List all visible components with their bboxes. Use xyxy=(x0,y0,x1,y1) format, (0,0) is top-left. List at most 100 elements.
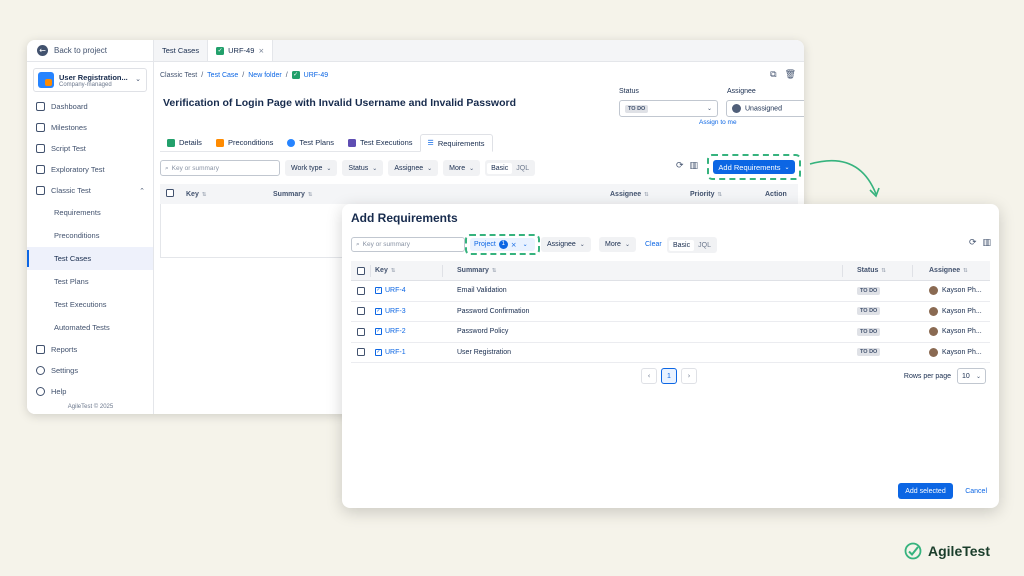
assign-to-me-link[interactable]: Assign to me xyxy=(699,119,737,126)
cancel-button[interactable]: Cancel xyxy=(965,488,987,495)
assignee-select[interactable]: Unassigned ⌄ xyxy=(726,100,804,117)
close-icon[interactable]: × xyxy=(258,47,264,55)
refresh-icon[interactable]: ⟳ xyxy=(676,161,684,171)
more-filter[interactable]: More ⌄ xyxy=(599,237,636,252)
column-summary[interactable]: Summary ⇅ xyxy=(457,261,497,280)
sidebar-item-preconditions[interactable]: Preconditions xyxy=(27,224,153,247)
chevron-right-icon[interactable]: › xyxy=(681,368,697,384)
columns-icon[interactable]: ▥ xyxy=(690,161,699,171)
search-input[interactable]: ⌕ Key or summary xyxy=(351,237,465,252)
sidebar-item-test-executions[interactable]: Test Executions xyxy=(27,293,153,316)
tab-test-cases[interactable]: Test Cases xyxy=(154,40,209,61)
test-plan-icon xyxy=(287,138,296,147)
breadcrumb-item[interactable]: Test Case xyxy=(207,72,238,79)
assignee-cell: Kayson Ph... xyxy=(929,343,982,363)
sort-icon: ⇅ xyxy=(307,191,313,198)
requirement-icon: ✓ xyxy=(375,348,382,356)
avatar xyxy=(929,306,938,316)
sidebar-item-label: Script Test xyxy=(51,144,86,153)
column-label: Summary xyxy=(457,267,489,274)
close-icon[interactable]: × xyxy=(511,241,517,249)
row-checkbox[interactable] xyxy=(357,281,365,301)
assignee-cell: Kayson Ph... xyxy=(929,322,982,342)
assignee-name: Kayson Ph... xyxy=(942,348,982,356)
breadcrumb-item[interactable]: URF-49 xyxy=(304,72,329,79)
column-status[interactable]: Status ⇅ xyxy=(857,261,886,280)
column-label: Priority xyxy=(690,190,715,198)
column-summary[interactable]: Summary ⇅ xyxy=(273,191,313,198)
row-checkbox[interactable] xyxy=(357,302,365,322)
copy-icon[interactable]: ⧉ xyxy=(770,70,776,80)
assignee-filter[interactable]: Assignee ⌄ xyxy=(541,237,591,252)
table-row[interactable]: ✓ URF-3 Password Confirmation TO DO Kayso… xyxy=(351,302,990,322)
sidebar-item-script-test[interactable]: Script Test xyxy=(27,138,153,159)
sidebar-item-dashboard[interactable]: Dashboard xyxy=(27,96,153,117)
tab-urf-49[interactable]: ✓ URF-49 × xyxy=(208,40,274,61)
assignee-filter[interactable]: Assignee ⌄ xyxy=(388,160,439,176)
column-assignee[interactable]: Assignee ⇅ xyxy=(929,261,968,280)
requirement-key-link[interactable]: ✓ URF-2 xyxy=(375,322,406,342)
script-icon xyxy=(36,144,45,153)
select-all-checkbox[interactable] xyxy=(357,261,365,280)
add-requirements-button[interactable]: Add Requirements ⌄ xyxy=(713,160,795,174)
table-row[interactable]: ✓ URF-4 Email Validation TO DO Kayson Ph.… xyxy=(351,281,990,302)
sidebar-item-classic-test[interactable]: Classic Test ⌃ xyxy=(27,180,153,201)
sidebar-item-exploratory-test[interactable]: Exploratory Test xyxy=(27,159,153,180)
column-key[interactable]: Key ⇅ xyxy=(186,191,206,198)
rows-per-page-select[interactable]: 10 ⌄ xyxy=(957,368,986,384)
back-to-project-link[interactable]: ← Back to project xyxy=(27,40,153,62)
add-selected-button[interactable]: Add selected xyxy=(898,483,953,499)
tab-label: Test Plans xyxy=(299,138,334,147)
column-assignee[interactable]: Assignee ⇅ xyxy=(610,191,649,198)
table-row[interactable]: ✓ URF-2 Password Policy TO DO Kayson Ph..… xyxy=(351,322,990,343)
pointer-arrow xyxy=(809,159,880,198)
sidebar-item-requirements[interactable]: Requirements xyxy=(27,201,153,224)
column-key[interactable]: Key ⇅ xyxy=(375,261,395,280)
breadcrumb-item[interactable]: Classic Test xyxy=(160,72,197,79)
jql-mode-button[interactable]: JQL xyxy=(694,240,715,251)
basic-mode-button[interactable]: Basic xyxy=(669,239,695,251)
jql-mode-button[interactable]: JQL xyxy=(512,163,533,174)
tab-requirements[interactable]: ☰ Requirements xyxy=(419,134,493,152)
column-priority[interactable]: Priority ⇅ xyxy=(690,191,722,198)
refresh-icon[interactable]: ⟳ xyxy=(969,238,977,248)
status-filter[interactable]: Status ⌄ xyxy=(342,160,384,176)
help-icon xyxy=(36,387,45,396)
select-all-checkbox[interactable] xyxy=(166,189,174,199)
tab-preconditions[interactable]: Preconditions xyxy=(209,134,280,151)
work-type-filter[interactable]: Work type ⌄ xyxy=(285,160,338,176)
tab-details[interactable]: Details xyxy=(160,134,209,151)
search-input[interactable]: ⌕ Key or summary xyxy=(160,160,280,176)
status-select[interactable]: TO DO ⌄ xyxy=(619,100,718,117)
sidebar-item-help[interactable]: Help xyxy=(27,381,153,402)
chevron-left-icon[interactable]: ‹ xyxy=(641,368,657,384)
sidebar-item-milestones[interactable]: Milestones xyxy=(27,117,153,138)
sidebar-item-settings[interactable]: Settings xyxy=(27,360,153,381)
clear-filters-link[interactable]: Clear xyxy=(645,241,662,248)
table-row[interactable]: ✓ URF-1 User Registration TO DO Kayson Ph… xyxy=(351,343,990,363)
columns-icon[interactable]: ▥ xyxy=(982,238,991,248)
chevron-down-icon: ⌄ xyxy=(135,75,141,83)
page-button[interactable]: 1 xyxy=(661,368,677,384)
row-checkbox[interactable] xyxy=(357,322,365,342)
sidebar-item-test-cases[interactable]: Test Cases xyxy=(27,247,153,270)
sidebar-item-automated-tests[interactable]: Automated Tests xyxy=(27,316,153,339)
requirement-key-link[interactable]: ✓ URF-3 xyxy=(375,302,406,322)
project-filter[interactable]: Project 1 × ⌄ xyxy=(470,238,535,251)
project-switcher[interactable]: User Registration... Company-managed ⌄ xyxy=(33,68,147,92)
details-icon xyxy=(167,138,175,147)
requirement-key-link[interactable]: ✓ URF-4 xyxy=(375,281,406,301)
sidebar-item-test-plans[interactable]: Test Plans xyxy=(27,270,153,293)
breadcrumb-item[interactable]: New folder xyxy=(248,72,281,79)
tab-test-executions[interactable]: Test Executions xyxy=(341,134,420,151)
row-checkbox[interactable] xyxy=(357,343,365,363)
summary-cell: Email Validation xyxy=(457,287,507,295)
sidebar-item-label: Milestones xyxy=(51,123,87,132)
more-filter[interactable]: More ⌄ xyxy=(443,160,481,176)
requirement-key-link[interactable]: ✓ URF-1 xyxy=(375,343,406,363)
sidebar-item-reports[interactable]: Reports xyxy=(27,339,153,360)
trash-icon[interactable]: 🗑 xyxy=(785,70,796,80)
sidebar-item-label: Preconditions xyxy=(54,231,100,240)
basic-mode-button[interactable]: Basic xyxy=(487,162,513,174)
tab-test-plans[interactable]: Test Plans xyxy=(280,134,341,151)
